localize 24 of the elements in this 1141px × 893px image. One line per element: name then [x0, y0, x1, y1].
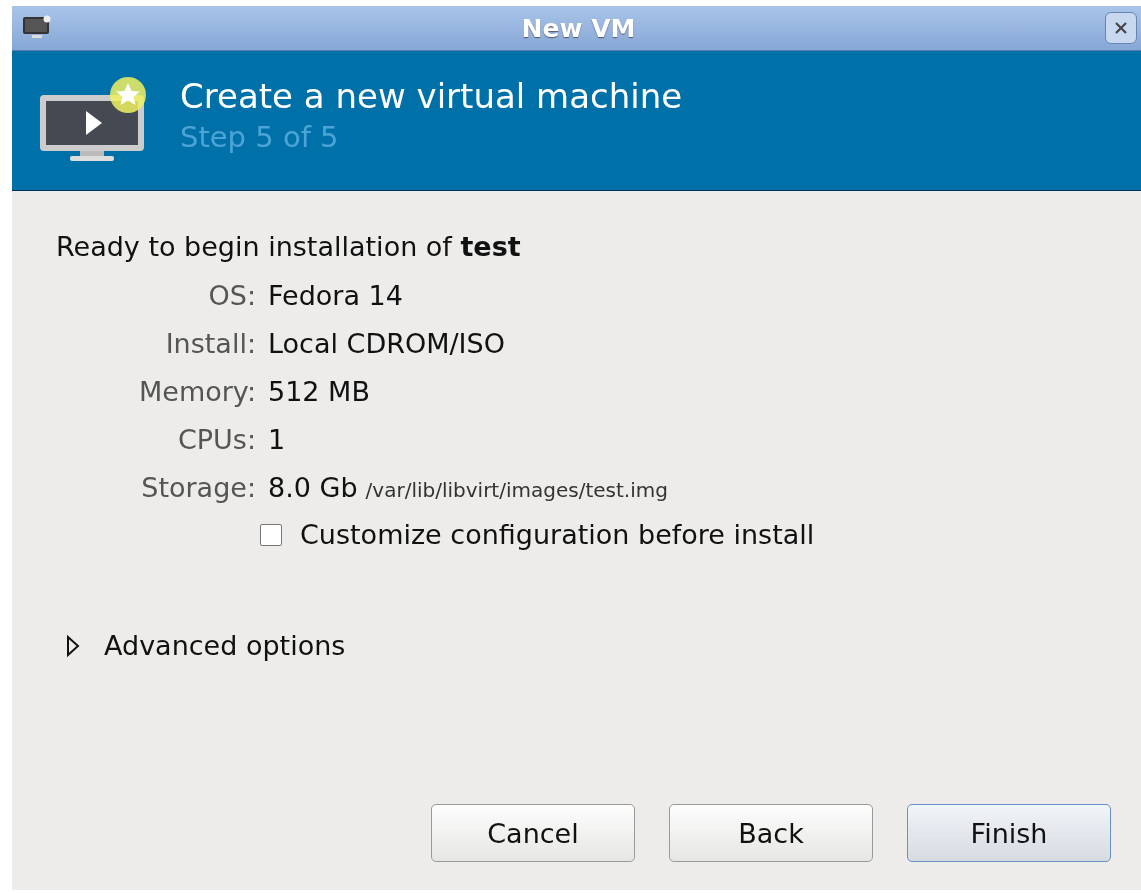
dialog-button[interactable]: Cancel: [431, 804, 635, 862]
close-icon: [1113, 20, 1129, 36]
field-label: OS:: [207, 280, 256, 311]
field-value: 1: [268, 424, 286, 455]
file-path: /var/lib/libvirt/images/test.img: [365, 478, 668, 502]
close-button[interactable]: [1105, 12, 1137, 44]
summary-heading: Ready to begin installation of test: [56, 231, 522, 262]
field-value: Fedora 14: [268, 280, 403, 311]
customize-checkbox[interactable]: Customize configuration before install: [260, 519, 1111, 550]
dialog-button[interactable]: Finish: [907, 804, 1111, 862]
window-title: New VM: [520, 13, 637, 43]
checkbox[interactable]: [260, 523, 282, 546]
step-indicator: Step 5 of 5: [180, 119, 340, 154]
field-label: Storage:: [140, 472, 256, 503]
advanced-options-expander[interactable]: Advanced options: [66, 630, 1111, 661]
field-label: Install:: [164, 328, 256, 359]
field-value: 8.0 Gb: [268, 472, 358, 503]
dialog-button[interactable]: Back: [669, 804, 873, 862]
field-value: 512 MB: [268, 376, 370, 407]
field-label: Memory:: [138, 376, 256, 407]
header-title: Create a new virtual machine: [180, 75, 683, 116]
field-label: CPUs:: [176, 424, 256, 455]
monitor-icon: [22, 15, 52, 41]
field-value: Local CDROM/ISO: [268, 328, 505, 359]
